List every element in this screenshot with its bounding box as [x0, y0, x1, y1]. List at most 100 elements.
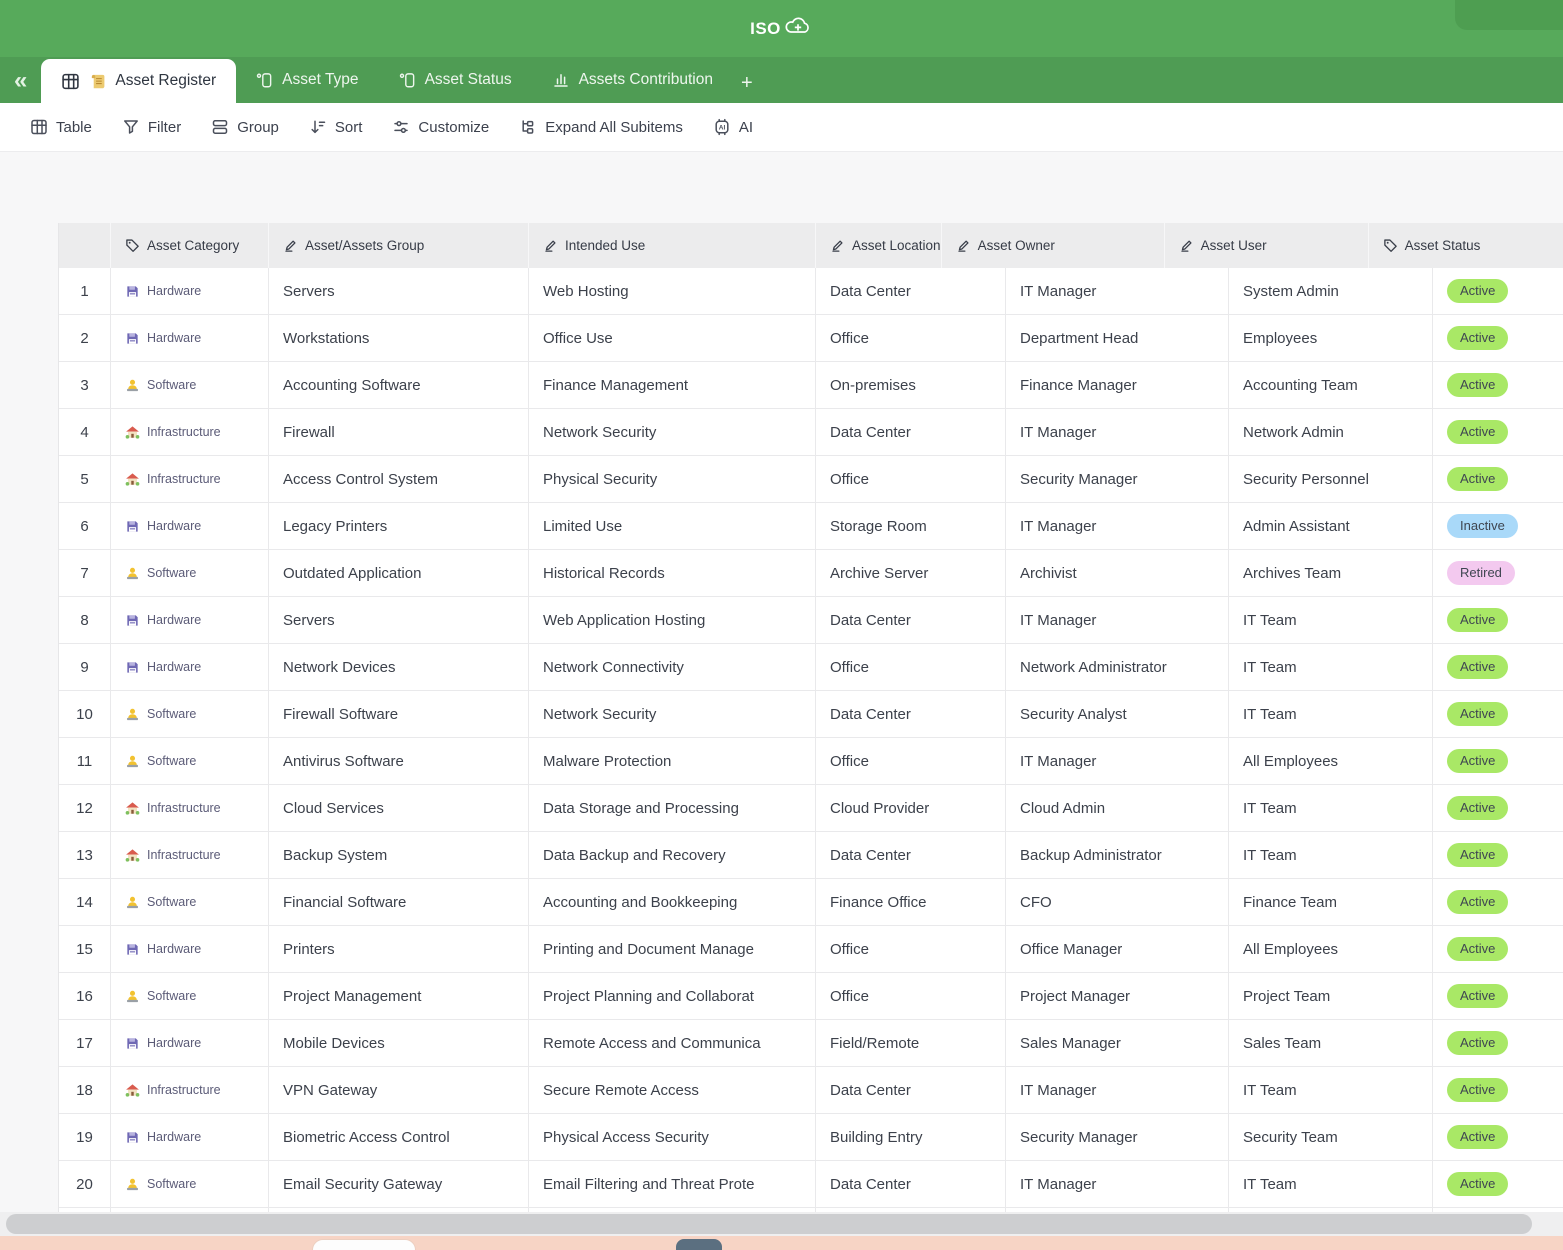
table-row[interactable]: 20SoftwareEmail Security GatewayEmail Fi…: [59, 1161, 1563, 1208]
asset-group-cell[interactable]: Servers: [269, 597, 529, 643]
table-row[interactable]: 9HardwareNetwork DevicesNetwork Connecti…: [59, 644, 1563, 691]
horizontal-scrollbar-thumb[interactable]: [6, 1214, 1532, 1234]
asset-user-cell[interactable]: Project Team: [1229, 973, 1433, 1019]
taskbar-app-icon[interactable]: [676, 1239, 722, 1250]
intended-use-cell[interactable]: Accounting and Bookkeeping: [529, 879, 816, 925]
asset-user-cell[interactable]: IT Team: [1229, 1161, 1433, 1207]
asset-status-cell[interactable]: Active: [1433, 879, 1563, 925]
status-badge[interactable]: Inactive: [1447, 514, 1518, 538]
asset-user-cell[interactable]: Security Team: [1229, 1114, 1433, 1160]
asset-owner-cell[interactable]: Project Manager: [1006, 973, 1229, 1019]
status-badge[interactable]: Active: [1447, 1078, 1508, 1102]
status-badge[interactable]: Active: [1447, 702, 1508, 726]
table-row[interactable]: 15HardwarePrintersPrinting and Document …: [59, 926, 1563, 973]
column-header-user[interactable]: Asset User: [1165, 223, 1369, 268]
asset-category-cell[interactable]: Infrastructure: [111, 832, 269, 878]
intended-use-cell[interactable]: Printing and Document Manage: [529, 926, 816, 972]
asset-group-cell[interactable]: Email Security Gateway: [269, 1161, 529, 1207]
intended-use-cell[interactable]: Office Use: [529, 315, 816, 361]
column-header-owner[interactable]: Asset Owner: [942, 223, 1165, 268]
asset-user-cell[interactable]: Archives Team: [1229, 550, 1433, 596]
collapse-sidebar-icon[interactable]: «: [0, 69, 41, 103]
asset-status-cell[interactable]: Active: [1433, 1020, 1563, 1066]
status-badge[interactable]: Active: [1447, 1031, 1508, 1055]
asset-status-cell[interactable]: Active: [1433, 362, 1563, 408]
asset-category-cell[interactable]: Infrastructure: [111, 785, 269, 831]
asset-user-cell[interactable]: IT Team: [1229, 785, 1433, 831]
asset-status-cell[interactable]: Active: [1433, 1161, 1563, 1207]
intended-use-cell[interactable]: Data Storage and Processing: [529, 785, 816, 831]
tab-asset-register[interactable]: Asset Register: [41, 59, 236, 103]
asset-owner-cell[interactable]: IT Manager: [1006, 1161, 1229, 1207]
intended-use-cell[interactable]: Network Security: [529, 409, 816, 455]
asset-status-cell[interactable]: Active: [1433, 268, 1563, 314]
asset-owner-cell[interactable]: IT Manager: [1006, 503, 1229, 549]
table-row[interactable]: 3SoftwareAccounting SoftwareFinance Mana…: [59, 362, 1563, 409]
toolbar-ai-button[interactable]: AIAI: [713, 118, 753, 136]
intended-use-cell[interactable]: Historical Records: [529, 550, 816, 596]
intended-use-cell[interactable]: Network Connectivity: [529, 644, 816, 690]
asset-location-cell[interactable]: Office: [816, 644, 1006, 690]
asset-status-cell[interactable]: Inactive: [1433, 503, 1563, 549]
asset-user-cell[interactable]: Accounting Team: [1229, 362, 1433, 408]
asset-location-cell[interactable]: Office: [816, 926, 1006, 972]
asset-category-cell[interactable]: Software: [111, 362, 269, 408]
table-row[interactable]: 6HardwareLegacy PrintersLimited UseStora…: [59, 503, 1563, 550]
status-badge[interactable]: Active: [1447, 843, 1508, 867]
asset-status-cell[interactable]: Active: [1433, 315, 1563, 361]
asset-owner-cell[interactable]: Sales Manager: [1006, 1020, 1229, 1066]
asset-group-cell[interactable]: VPN Gateway: [269, 1067, 529, 1113]
column-header-use[interactable]: Intended Use: [529, 223, 816, 268]
asset-category-cell[interactable]: Software: [111, 738, 269, 784]
tab-asset-type[interactable]: Asset Type: [236, 57, 378, 103]
asset-category-cell[interactable]: Hardware: [111, 503, 269, 549]
asset-group-cell[interactable]: Mobile Devices: [269, 1020, 529, 1066]
asset-category-cell[interactable]: Infrastructure: [111, 1067, 269, 1113]
asset-location-cell[interactable]: Office: [816, 456, 1006, 502]
asset-status-cell[interactable]: Active: [1433, 926, 1563, 972]
asset-location-cell[interactable]: Building Entry: [816, 1114, 1006, 1160]
asset-location-cell[interactable]: Data Center: [816, 1067, 1006, 1113]
asset-status-cell[interactable]: Active: [1433, 832, 1563, 878]
intended-use-cell[interactable]: Email Filtering and Threat Prote: [529, 1161, 816, 1207]
asset-location-cell[interactable]: Data Center: [816, 832, 1006, 878]
toolbar-filter-button[interactable]: Filter: [122, 118, 181, 136]
asset-category-cell[interactable]: Software: [111, 550, 269, 596]
asset-group-cell[interactable]: Cloud Services: [269, 785, 529, 831]
asset-location-cell[interactable]: Finance Office: [816, 879, 1006, 925]
asset-user-cell[interactable]: IT Team: [1229, 832, 1433, 878]
asset-user-cell[interactable]: All Employees: [1229, 738, 1433, 784]
asset-group-cell[interactable]: Project Management: [269, 973, 529, 1019]
asset-owner-cell[interactable]: Security Analyst: [1006, 691, 1229, 737]
asset-owner-cell[interactable]: Security Manager: [1006, 456, 1229, 502]
add-view-button[interactable]: +: [733, 72, 769, 103]
table-row[interactable]: 12InfrastructureCloud ServicesData Stora…: [59, 785, 1563, 832]
intended-use-cell[interactable]: Web Hosting: [529, 268, 816, 314]
table-row[interactable]: 7SoftwareOutdated ApplicationHistorical …: [59, 550, 1563, 597]
asset-user-cell[interactable]: IT Team: [1229, 597, 1433, 643]
column-header-group[interactable]: Asset/Assets Group: [269, 223, 529, 268]
status-badge[interactable]: Active: [1447, 279, 1508, 303]
asset-owner-cell[interactable]: Security Manager: [1006, 1114, 1229, 1160]
intended-use-cell[interactable]: Web Application Hosting: [529, 597, 816, 643]
table-row[interactable]: 5InfrastructureAccess Control SystemPhys…: [59, 456, 1563, 503]
intended-use-cell[interactable]: Finance Management: [529, 362, 816, 408]
asset-user-cell[interactable]: Employees: [1229, 315, 1433, 361]
asset-user-cell[interactable]: IT Team: [1229, 644, 1433, 690]
table-row[interactable]: 8HardwareServersWeb Application HostingD…: [59, 597, 1563, 644]
asset-owner-cell[interactable]: CFO: [1006, 879, 1229, 925]
column-header-category[interactable]: Asset Category: [111, 223, 269, 268]
asset-group-cell[interactable]: Printers: [269, 926, 529, 972]
asset-location-cell[interactable]: Cloud Provider: [816, 785, 1006, 831]
status-badge[interactable]: Retired: [1447, 561, 1515, 585]
intended-use-cell[interactable]: Project Planning and Collaborat: [529, 973, 816, 1019]
status-badge[interactable]: Active: [1447, 796, 1508, 820]
asset-owner-cell[interactable]: Office Manager: [1006, 926, 1229, 972]
asset-user-cell[interactable]: All Employees: [1229, 926, 1433, 972]
table-row[interactable]: 18InfrastructureVPN GatewaySecure Remote…: [59, 1067, 1563, 1114]
status-badge[interactable]: Active: [1447, 1125, 1508, 1149]
asset-group-cell[interactable]: Workstations: [269, 315, 529, 361]
table-row[interactable]: 11SoftwareAntivirus SoftwareMalware Prot…: [59, 738, 1563, 785]
intended-use-cell[interactable]: Data Backup and Recovery: [529, 832, 816, 878]
horizontal-scrollbar-track[interactable]: [0, 1212, 1563, 1236]
